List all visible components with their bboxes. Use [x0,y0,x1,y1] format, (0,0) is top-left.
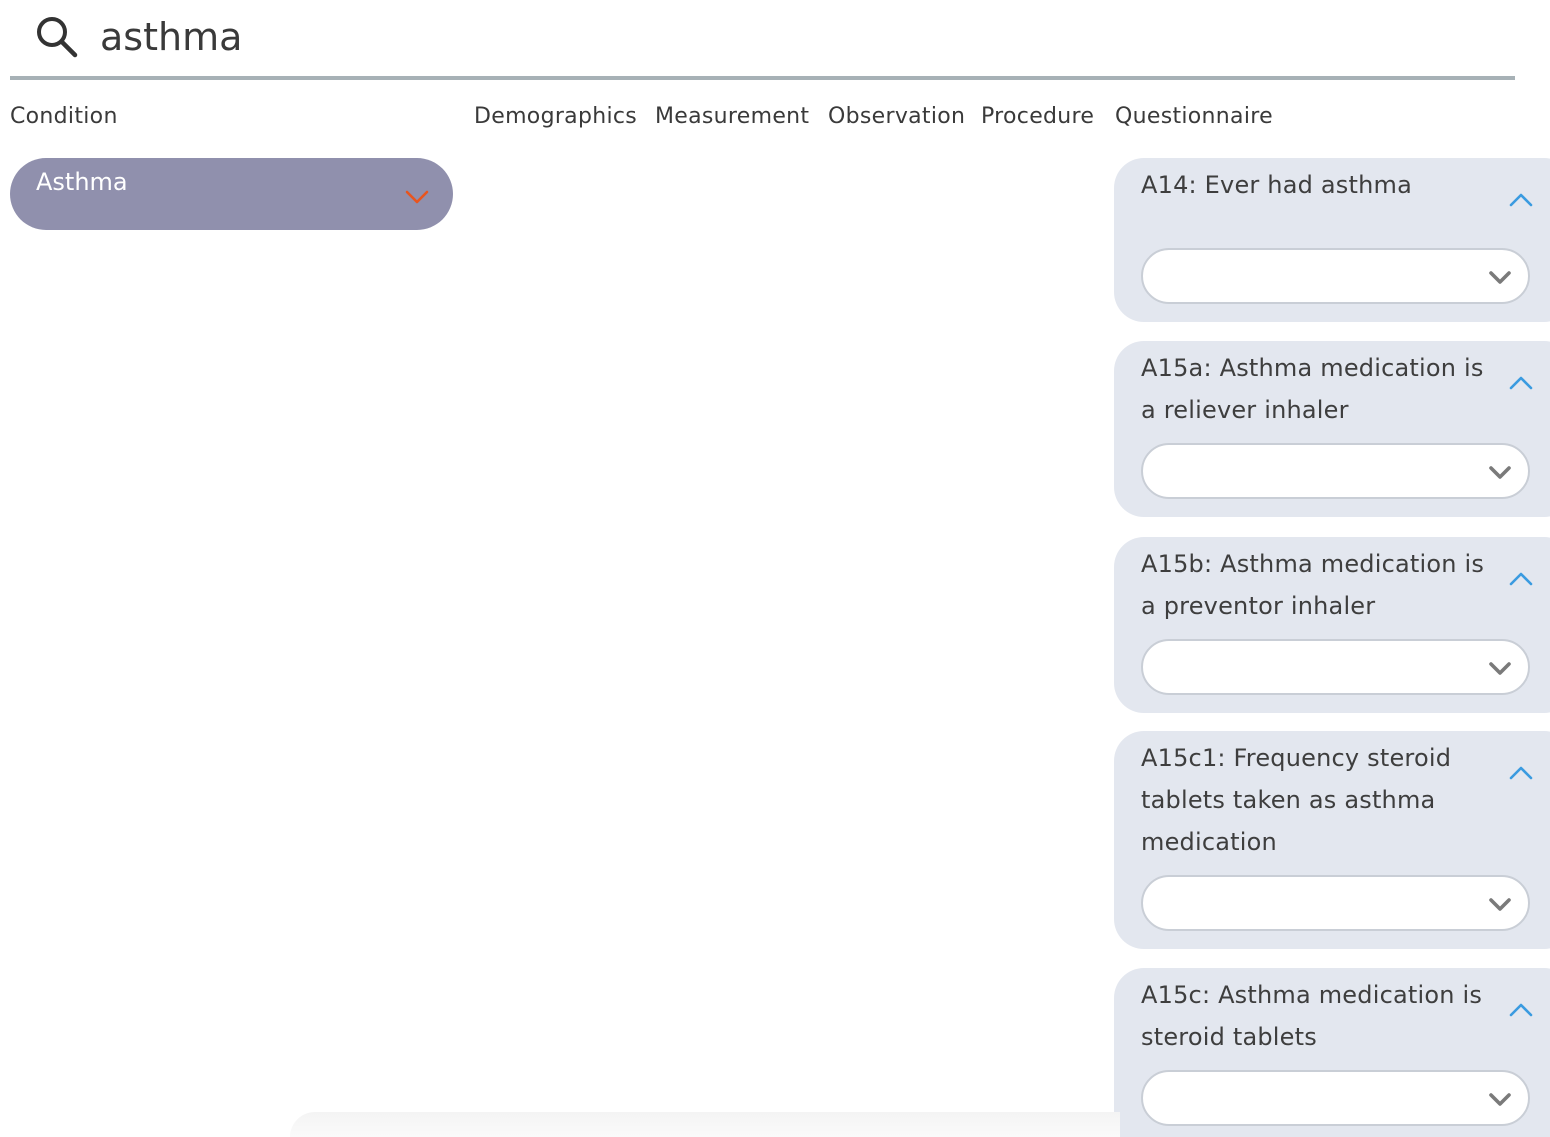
chevron-up-icon[interactable] [1506,569,1536,589]
questionnaire-card: A15b: Asthma medication is a preventor i… [1114,537,1550,713]
category-header-procedure: Procedure [981,104,1095,129]
chevron-up-icon[interactable] [1506,373,1536,393]
search-bar [10,0,1515,80]
category-header-measurement: Measurement [655,104,810,129]
chevron-down-icon [1489,662,1511,675]
questionnaire-answer-select[interactable] [1141,639,1530,695]
questionnaire-item-title: A14: Ever had asthma [1141,171,1412,199]
bottom-panel-edge [290,1112,1120,1137]
category-header-observation: Observation [828,104,966,129]
chevron-down-icon [1489,466,1511,479]
questionnaire-answer-select[interactable] [1141,248,1530,304]
questionnaire-item-title: A15b: Asthma medication is a preventor i… [1141,550,1485,620]
questionnaire-card: A14: Ever had asthma [1114,158,1550,322]
condition-item-label: Asthma [36,168,128,196]
chevron-down-icon [1489,271,1511,284]
chevron-up-icon[interactable] [1506,763,1536,783]
chevron-up-icon[interactable] [1506,1000,1536,1020]
questionnaire-card: A15a: Asthma medication is a reliever in… [1114,341,1550,517]
questionnaire-item-title: A15c1: Frequency steroid tablets taken a… [1141,744,1452,856]
page: Condition Demographics Measurement Obser… [0,0,1550,1137]
questionnaire-card: A15c1: Frequency steroid tablets taken a… [1114,731,1550,949]
category-header-questionnaire: Questionnaire [1115,104,1273,129]
search-input[interactable] [100,8,1480,66]
questionnaire-item-title: A15a: Asthma medication is a reliever in… [1141,354,1484,424]
chevron-down-icon [1489,1093,1511,1106]
category-header-condition: Condition [10,104,118,129]
chevron-down-icon[interactable] [404,188,430,206]
questionnaire-answer-select[interactable] [1141,443,1530,499]
condition-item-asthma[interactable]: Asthma [10,158,453,230]
questionnaire-answer-select[interactable] [1141,1070,1530,1126]
chevron-down-icon [1489,898,1511,911]
questionnaire-card: A15c: Asthma medication is steroid table… [1114,968,1550,1137]
questionnaire-answer-select[interactable] [1141,875,1530,931]
category-header-demographics: Demographics [474,104,638,129]
search-icon[interactable] [34,14,80,60]
chevron-up-icon[interactable] [1506,190,1536,210]
questionnaire-item-title: A15c: Asthma medication is steroid table… [1141,981,1483,1051]
